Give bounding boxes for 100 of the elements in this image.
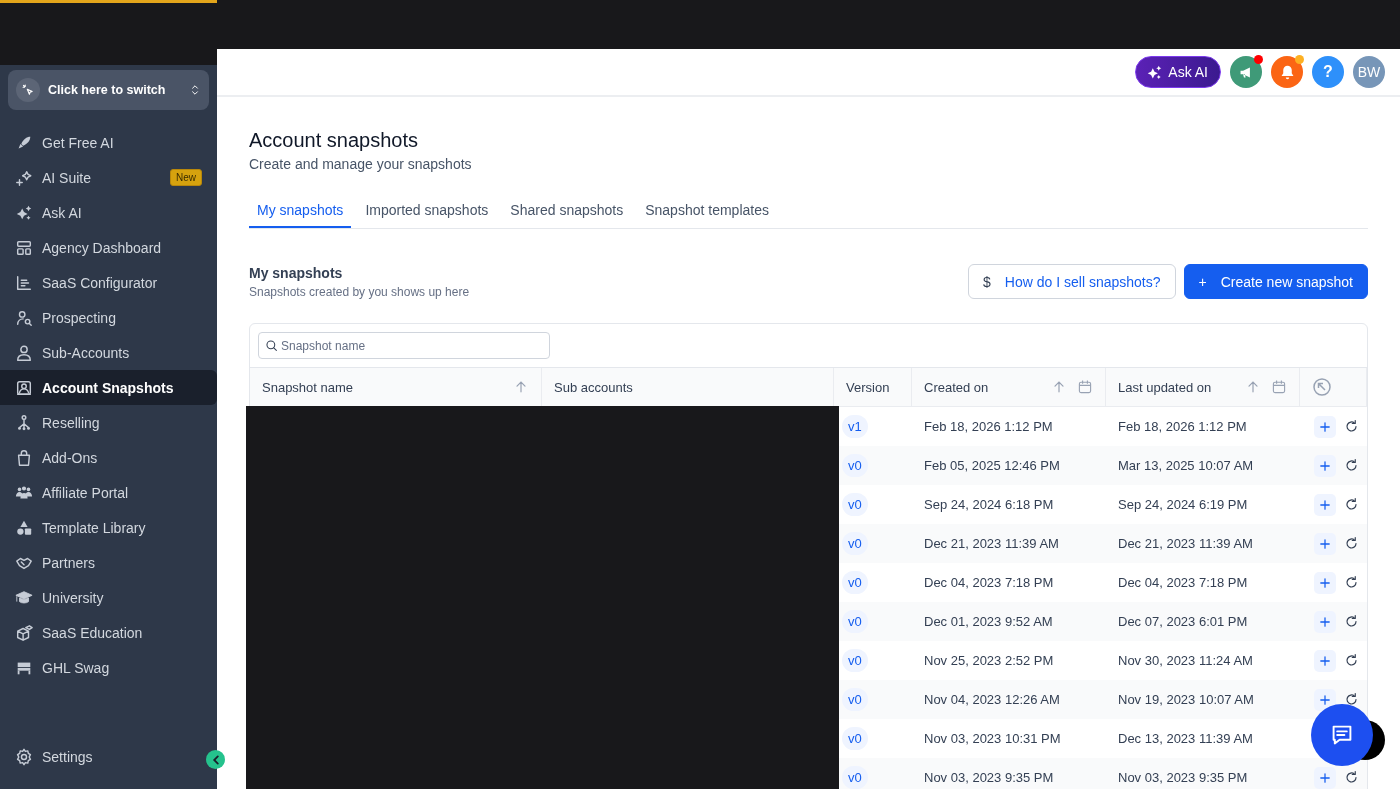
sidebar-item[interactable]: Affiliate Portal bbox=[0, 475, 217, 510]
column-settings-icon bbox=[1312, 377, 1332, 397]
sidebar-item[interactable]: Settings bbox=[0, 739, 203, 774]
plus-icon bbox=[1318, 536, 1332, 551]
tab[interactable]: My snapshots bbox=[249, 202, 352, 228]
table-cell: Nov 03, 2023 9:35 PM bbox=[1106, 758, 1300, 789]
table-cell-text: Dec 04, 2023 7:18 PM bbox=[1117, 574, 1249, 592]
refresh-icon bbox=[1344, 419, 1359, 434]
dashboard-icon bbox=[15, 238, 33, 257]
person-icon bbox=[15, 343, 33, 362]
refresh-button[interactable] bbox=[1344, 770, 1359, 785]
sidebar-item[interactable]: Agency Dashboard bbox=[0, 230, 217, 265]
account-switcher[interactable]: Click here to switch bbox=[8, 70, 209, 110]
notifications-button[interactable] bbox=[1271, 56, 1303, 88]
new-badge: New bbox=[170, 169, 202, 186]
add-button[interactable] bbox=[1314, 571, 1336, 594]
plus-icon bbox=[1318, 419, 1332, 434]
column-header[interactable]: Last updated on bbox=[1106, 368, 1300, 407]
sparkles-icon bbox=[1146, 63, 1164, 81]
sidebar-item[interactable]: SaaS Configurator bbox=[0, 265, 217, 300]
refresh-icon bbox=[1344, 692, 1359, 707]
version-badge: v0 bbox=[842, 688, 868, 711]
table-cell: Dec 21, 2023 11:39 AM bbox=[912, 524, 1106, 563]
column-header[interactable]: Sub accounts bbox=[542, 368, 834, 407]
sidebar-item[interactable]: Template Library bbox=[0, 510, 217, 545]
refresh-button[interactable] bbox=[1344, 692, 1359, 707]
sidebar-item[interactable]: Add-Ons bbox=[0, 440, 217, 475]
plus-icon bbox=[1318, 497, 1332, 512]
add-button[interactable] bbox=[1314, 766, 1336, 789]
sidebar-item[interactable]: Prospecting bbox=[0, 300, 217, 335]
sidebar-item[interactable]: Sub-Accounts bbox=[0, 335, 217, 370]
column-header[interactable]: Snapshot name bbox=[250, 368, 542, 407]
plus-icon bbox=[1318, 692, 1332, 707]
refresh-icon bbox=[1344, 770, 1359, 785]
table-cell-text: Feb 18, 2026 1:12 PM bbox=[1117, 418, 1248, 436]
add-button[interactable] bbox=[1314, 415, 1336, 438]
sidebar-item[interactable]: SaaS Education bbox=[0, 615, 217, 650]
sidebar-item[interactable]: Partners bbox=[0, 545, 217, 580]
tab[interactable]: Snapshot templates bbox=[637, 202, 777, 228]
add-button[interactable] bbox=[1314, 532, 1336, 555]
table-cell: Nov 03, 2023 9:35 PM bbox=[912, 758, 1106, 789]
refresh-icon bbox=[1344, 536, 1359, 551]
version-badge: v0 bbox=[842, 727, 868, 750]
gear-icon bbox=[15, 747, 33, 766]
add-button[interactable] bbox=[1314, 649, 1336, 672]
table-cell: Dec 21, 2023 11:39 AM bbox=[1106, 524, 1300, 563]
plus-icon bbox=[1318, 614, 1332, 629]
table-cell: Nov 19, 2023 10:07 AM bbox=[1106, 680, 1300, 719]
sparkles-icon bbox=[15, 203, 33, 222]
chevron-up-down-icon bbox=[189, 84, 201, 96]
table-cell: Nov 04, 2023 12:26 AM bbox=[912, 680, 1106, 719]
tab[interactable]: Imported snapshots bbox=[357, 202, 497, 228]
sidebar-item[interactable]: Get Free AI bbox=[0, 125, 217, 160]
version-badge: v0 bbox=[842, 493, 868, 516]
table-cell-text: Dec 04, 2023 7:18 PM bbox=[923, 574, 1055, 592]
add-button[interactable] bbox=[1314, 493, 1336, 516]
plus-icon bbox=[1318, 653, 1332, 668]
refresh-button[interactable] bbox=[1344, 536, 1359, 551]
shopping-bag-icon bbox=[15, 448, 33, 467]
sort-arrow-icon bbox=[1245, 379, 1261, 395]
table-cell-text: Nov 25, 2023 2:52 PM bbox=[923, 652, 1055, 670]
refresh-button[interactable] bbox=[1344, 458, 1359, 473]
refresh-button[interactable] bbox=[1344, 575, 1359, 590]
refresh-button[interactable] bbox=[1344, 419, 1359, 434]
version-badge: v0 bbox=[842, 454, 868, 477]
table-cell-text: Dec 13, 2023 11:39 AM bbox=[1117, 730, 1254, 748]
page-subtitle: Create and manage your snapshots bbox=[249, 156, 473, 172]
refresh-icon bbox=[1344, 497, 1359, 512]
create-snapshot-button[interactable]: + Create new snapshot bbox=[1183, 264, 1368, 299]
sidebar-item[interactable]: AI Suite New bbox=[0, 160, 217, 195]
refresh-icon bbox=[1344, 458, 1359, 473]
sidebar-item[interactable]: University bbox=[0, 580, 217, 615]
tab[interactable]: Shared snapshots bbox=[502, 202, 632, 228]
calendar-icon bbox=[1271, 379, 1287, 395]
box-cap-icon bbox=[15, 623, 33, 642]
version-badge: v0 bbox=[842, 766, 868, 789]
add-button[interactable] bbox=[1314, 454, 1336, 477]
sidebar-item[interactable]: GHL Swag bbox=[0, 650, 217, 685]
portrait-icon bbox=[15, 378, 33, 397]
section-title: My snapshots bbox=[249, 264, 344, 281]
column-header[interactable]: Version bbox=[834, 368, 912, 407]
ask-ai-button[interactable]: Ask AI bbox=[1135, 56, 1221, 88]
search-field[interactable]: Snapshot name bbox=[258, 332, 550, 359]
sidebar-item[interactable]: Reselling bbox=[0, 405, 217, 440]
help-link-button[interactable]: $ How do I sell snapshots? bbox=[968, 264, 1176, 299]
table-cell: Mar 13, 2025 10:07 AM bbox=[1106, 446, 1300, 485]
announcements-button[interactable] bbox=[1230, 56, 1262, 88]
page-title: Account snapshots bbox=[249, 129, 419, 152]
refresh-button[interactable] bbox=[1344, 653, 1359, 668]
column-header[interactable]: Created on bbox=[912, 368, 1106, 407]
refresh-button[interactable] bbox=[1344, 497, 1359, 512]
sidebar-item[interactable]: Account Snapshots bbox=[0, 370, 217, 405]
add-button[interactable] bbox=[1314, 610, 1336, 633]
chart-icon bbox=[15, 273, 33, 292]
version-badge: v0 bbox=[842, 649, 868, 672]
add-button[interactable] bbox=[1314, 688, 1336, 711]
table-cell-text: Sep 24, 2024 6:18 PM bbox=[923, 496, 1055, 514]
version-badge: v1 bbox=[842, 415, 868, 438]
sidebar-item[interactable]: Ask AI bbox=[0, 195, 217, 230]
refresh-button[interactable] bbox=[1344, 614, 1359, 629]
